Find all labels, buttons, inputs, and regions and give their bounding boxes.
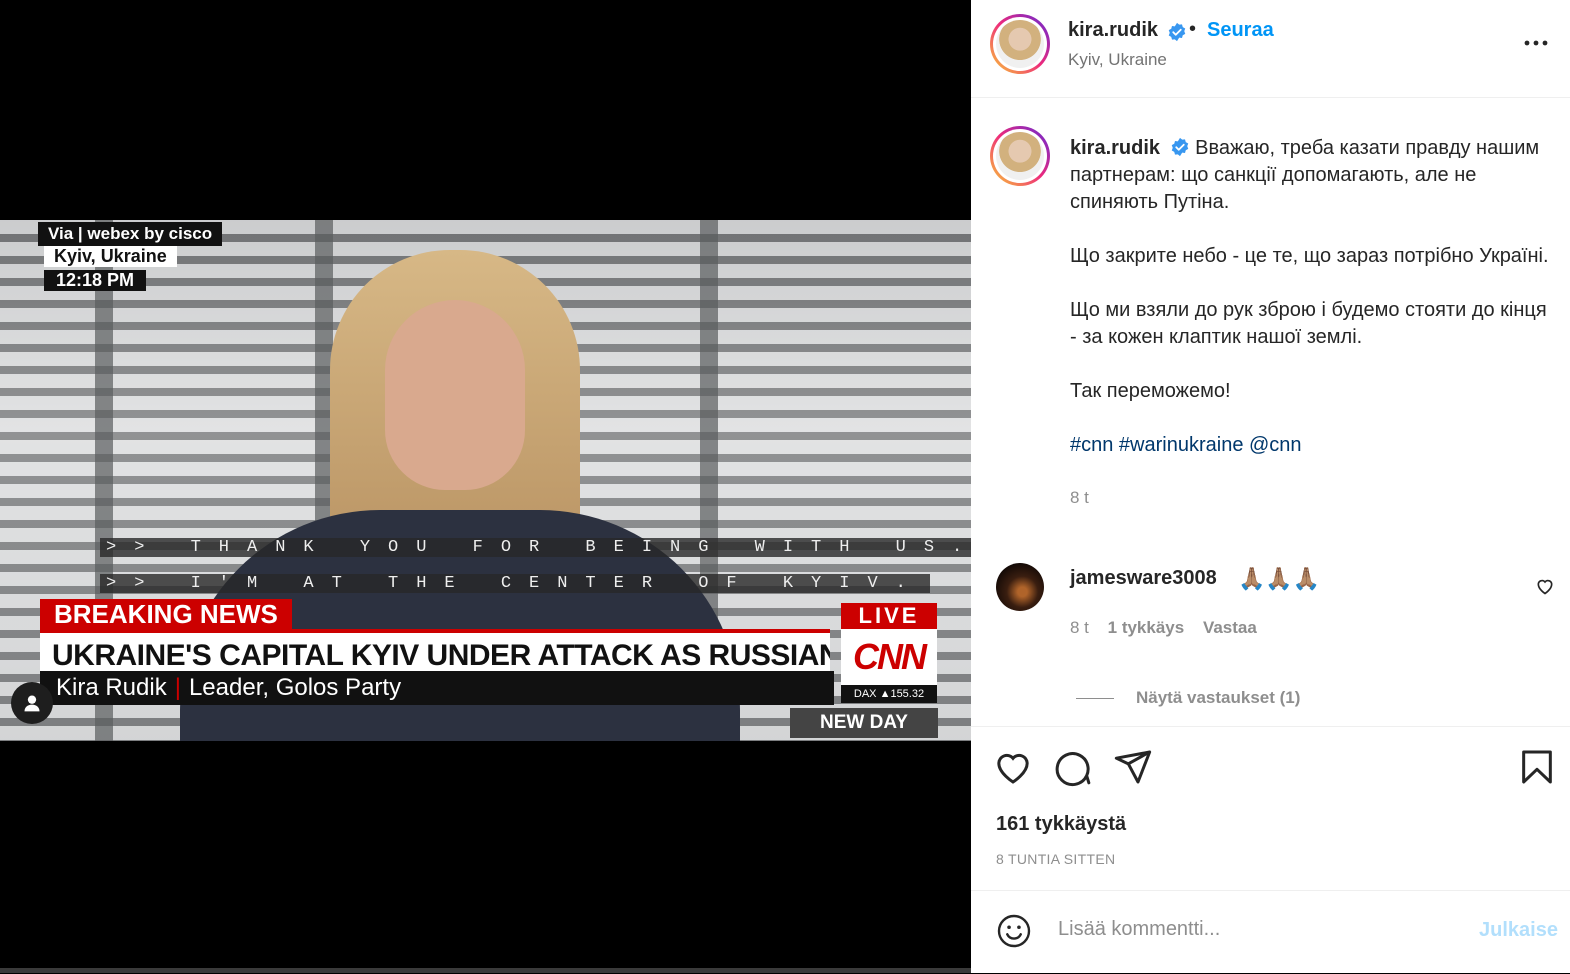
comment-text: 🙏🏽🙏🏽🙏🏽 [1238, 566, 1321, 591]
video-frame[interactable]: Via | webex by cisco Kyiv, Ukraine 12:18… [0, 220, 971, 741]
emoji-icon[interactable] [996, 913, 1032, 949]
follow-button[interactable]: Seuraa [1207, 19, 1274, 42]
verified-badge-icon [1168, 22, 1185, 41]
comment-bubble-icon[interactable] [1053, 747, 1093, 787]
chyron-headline: UKRAINE'S CAPITAL KYIV UNDER ATTACK AS R… [40, 629, 830, 675]
reply-button[interactable]: Vastaa [1203, 618, 1257, 637]
face [385, 300, 525, 490]
post-media: Via | webex by cisco Kyiv, Ukraine 12:18… [0, 0, 971, 973]
caption-paragraph-1: kira.rudik Вважаю, треба казати правду н… [1070, 135, 1555, 216]
caption-time: 8 t [1070, 488, 1089, 507]
save-bookmark-icon[interactable] [1517, 747, 1557, 787]
caption-username[interactable]: kira.rudik [1070, 137, 1160, 159]
post-location[interactable]: Kyiv, Ukraine [1068, 50, 1167, 70]
comment-composer: Julkaise [971, 890, 1570, 974]
comment-meta: 8 t 1 tykkäys Vastaa [1070, 618, 1271, 638]
commenter-avatar[interactable] [996, 563, 1044, 611]
header-user: kira.rudik [1068, 19, 1187, 42]
action-bar: 161 tykkäystä 8 TUNTIA SITTEN [971, 726, 1570, 887]
post-timestamp: 8 TUNTIA SITTEN [996, 851, 1116, 867]
replies-divider [1076, 698, 1114, 699]
author-username[interactable]: kira.rudik [1068, 19, 1158, 41]
likes-count[interactable]: 161 tykkäystä [996, 813, 1126, 836]
dax-ticker: DAX ▲155.32 [841, 685, 937, 703]
comment-likes-count[interactable]: 1 tykkäys [1108, 618, 1185, 637]
chyron-nameline: Kira Rudik | Leader, Golos Party [40, 671, 834, 705]
time-overlay: 12:18 PM [44, 270, 147, 291]
chyron-separator: | [174, 674, 181, 701]
caption-avatar[interactable] [990, 126, 1050, 186]
bottom-strip [0, 968, 971, 973]
comment-time: 8 t [1070, 618, 1089, 637]
show-name: NEW DAY [790, 708, 938, 738]
tagged-user-button[interactable] [11, 682, 53, 724]
closed-caption-line-2: >> I'M AT THE CENTER OF KYIV. [100, 574, 930, 593]
caption-paragraph-2: Що закрите небо - це те, що зараз потріб… [1070, 245, 1549, 267]
comment-like-heart-icon[interactable] [1535, 576, 1555, 596]
more-options-icon[interactable] [1521, 28, 1551, 58]
commenter-username[interactable]: jamesware3008 [1070, 567, 1217, 590]
post-header: kira.rudik • Seuraa Kyiv, Ukraine [971, 0, 1570, 98]
caption-paragraph-3: Що ми взяли до рук зброю і будемо стояти… [1070, 299, 1547, 348]
comment-input[interactable] [1056, 917, 1440, 942]
like-heart-icon[interactable] [993, 747, 1033, 787]
verified-badge-icon [1171, 137, 1188, 156]
post-caption: kira.rudik Вважаю, треба казати правду н… [1070, 135, 1555, 511]
location-overlay: Kyiv, Ukraine [44, 246, 177, 267]
publish-button[interactable]: Julkaise [1479, 919, 1558, 942]
user-icon [24, 695, 40, 712]
breaking-news-banner: BREAKING NEWS [40, 599, 292, 629]
closed-caption-line-1: >> THANK YOU FOR BEING WITH US. [100, 538, 971, 557]
caption-paragraph-4: Так переможемо! [1070, 380, 1231, 402]
guest-title: Leader, Golos Party [188, 674, 402, 701]
post-details-panel: kira.rudik • Seuraa Kyiv, Ukraine kira.r… [971, 0, 1570, 973]
share-send-icon[interactable] [1113, 747, 1153, 787]
separator-dot: • [1189, 18, 1197, 40]
avatar[interactable] [990, 14, 1050, 74]
caption-hashtags[interactable]: #cnn #warinukraine @cnn [1070, 432, 1555, 459]
guest-name: Kira Rudik [56, 674, 167, 701]
cnn-logo: CNN [841, 629, 937, 685]
webex-bug: Via | webex by cisco [38, 222, 223, 246]
view-replies-button[interactable]: Näytä vastaukset (1) [1136, 688, 1300, 708]
live-badge: LIVE [841, 603, 937, 629]
